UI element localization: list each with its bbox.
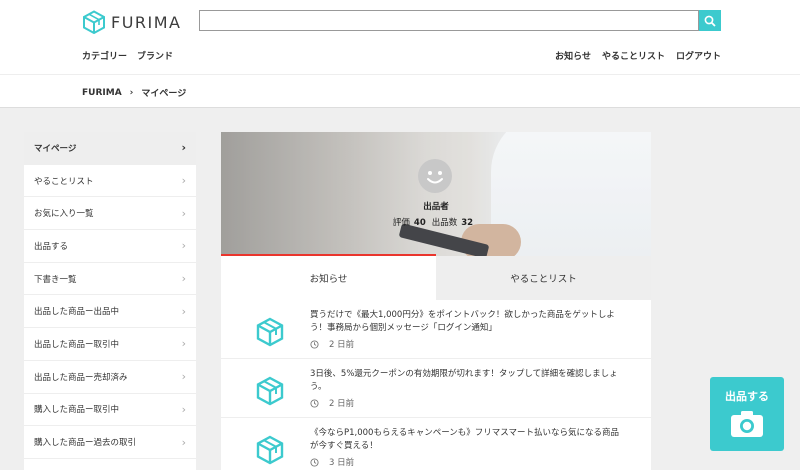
notification-time-text: 2 日前: [329, 399, 355, 409]
clock-icon: [310, 339, 319, 349]
listings-value: 32: [461, 218, 474, 228]
chevron-right-icon: ›: [181, 272, 186, 286]
nav-right: お知らせ やることリスト ログアウト: [555, 49, 721, 62]
notification-time: 2 日前: [310, 397, 354, 409]
search-button[interactable]: [699, 10, 721, 31]
sidebar-item-label: 購入した商品ー過去の取引: [34, 438, 137, 449]
clock-icon: [310, 398, 319, 408]
furima-cube-icon: [256, 376, 284, 406]
sidebar-item-favorites[interactable]: お気に入り一覧 ›: [24, 197, 196, 231]
notification-text: 買うだけで《最大1,000円分》をポイントバック！欲しかった商品をゲットしよう！…: [310, 310, 615, 333]
avatar[interactable]: [418, 159, 452, 193]
clock-icon: [310, 457, 319, 467]
notification-time-text: 2 日前: [329, 340, 355, 350]
chevron-right-icon: ›: [181, 337, 186, 351]
profile-stats: 評価 40 出品数 32: [221, 216, 651, 228]
chevron-right-icon: ›: [181, 370, 186, 384]
sidebar-item-label: やることリスト: [34, 176, 94, 187]
nav-logout-link[interactable]: ログアウト: [676, 49, 721, 62]
sell-button[interactable]: 出品する: [710, 377, 784, 451]
chevron-right-icon: ›: [181, 239, 186, 253]
logo-text: FURIMA: [111, 12, 182, 32]
notification-time: 3 日前: [310, 456, 354, 468]
rating-label: 評価: [392, 218, 410, 228]
smiley-face-icon: [427, 171, 443, 184]
chevron-right-icon: ›: [181, 174, 186, 188]
notification-time-text: 3 日前: [329, 458, 355, 468]
logo[interactable]: FURIMA: [82, 10, 182, 34]
sidebar-item-bought-past[interactable]: 購入した商品ー過去の取引 ›: [24, 426, 196, 459]
chevron-right-icon: ›: [181, 141, 186, 155]
list-item[interactable]: 買うだけで《最大1,000円分》をポイントバック！欲しかった商品をゲットしよう！…: [221, 300, 651, 359]
sidebar-item-label: お気に入り一覧: [34, 209, 94, 220]
rating-value: 40: [413, 218, 426, 228]
notification-text: 《今ならP1,000もらえるキャンペーンも》フリマスマート払いなら気になる商品が…: [310, 428, 620, 451]
listings-label: 出品数: [431, 218, 458, 228]
list-item[interactable]: 《今ならP1,000もらえるキャンペーンも》フリマスマート払いなら気になる商品が…: [221, 418, 651, 470]
nav-category-link[interactable]: カテゴリー: [82, 49, 127, 62]
sidebar-item-listed-trading[interactable]: 出品した商品ー取引中 ›: [24, 328, 196, 361]
nav-left: カテゴリー ブランド: [82, 49, 173, 62]
furima-cube-icon: [256, 317, 284, 347]
sidebar-item-drafts[interactable]: 下書き一覧 ›: [24, 263, 196, 296]
chevron-right-icon: ›: [181, 206, 186, 220]
profile-banner: 出品者 評価 40 出品数 32: [221, 132, 651, 256]
list-item[interactable]: 3日後、5%還元クーポンの有効期限が切れます！タップして詳細を確認しましょう。 …: [221, 359, 651, 418]
sidebar-item-todo[interactable]: やることリスト ›: [24, 165, 196, 198]
sidebar-item-label: マイページ: [34, 143, 77, 154]
search-input[interactable]: [199, 10, 699, 31]
chevron-right-icon: ›: [181, 435, 186, 449]
sidebar-item-bought-trading[interactable]: 購入した商品ー取引中 ›: [24, 394, 196, 427]
search-icon: [704, 15, 716, 27]
tab-notifications[interactable]: お知らせ: [221, 256, 436, 300]
sidebar-item-label: 下書き一覧: [34, 274, 77, 285]
main-content: 出品者 評価 40 出品数 32 お知らせ やることリスト 買うだけで《最大1,000…: [221, 132, 651, 470]
sell-button-label: 出品する: [725, 390, 769, 403]
sidebar-item-listed-active[interactable]: 出品した商品ー出品中 ›: [24, 295, 196, 329]
breadcrumb-current: マイページ: [141, 89, 187, 99]
sidebar-item-sell[interactable]: 出品する ›: [24, 230, 196, 263]
sidebar-item-label: 購入した商品ー取引中: [34, 405, 120, 416]
nav-brand-link[interactable]: ブランド: [137, 49, 173, 62]
logo-cube-icon: [83, 10, 105, 34]
nav-todo-link[interactable]: やることリスト: [602, 49, 665, 62]
sidebar: マイページ › やることリスト › お気に入り一覧 › 出品する › 下書き一覧 › 出品…: [24, 132, 196, 470]
chevron-right-icon: ›: [129, 87, 134, 98]
breadcrumb: FURIMA › マイページ: [0, 74, 800, 108]
chevron-right-icon: ›: [181, 304, 186, 318]
tabs: お知らせ やることリスト: [221, 256, 651, 300]
header: FURIMA カテゴリー ブランド お知らせ やることリスト ログアウト: [0, 0, 800, 74]
sidebar-item-label: 出品する: [34, 241, 69, 252]
sidebar-item-mypage[interactable]: マイページ ›: [24, 132, 196, 165]
seller-name: 出品者: [423, 202, 449, 212]
breadcrumb-home-link[interactable]: FURIMA: [82, 88, 122, 98]
nav-notifications-link[interactable]: お知らせ: [555, 49, 591, 62]
furima-cube-icon: [256, 435, 284, 465]
sidebar-item-label: 出品した商品ー取引中: [34, 339, 120, 350]
notification-list: 買うだけで《最大1,000円分》をポイントバック！欲しかった商品をゲットしよう！…: [221, 300, 651, 470]
sidebar-item-label: 出品した商品ー出品中: [34, 307, 120, 318]
notification-time: 2 日前: [310, 338, 354, 350]
notification-text: 3日後、5%還元クーポンの有効期限が切れます！タップして詳細を確認しましょう。: [310, 369, 618, 392]
sidebar-item-listed-sold[interactable]: 出品した商品ー売却済み ›: [24, 361, 196, 394]
camera-icon: [731, 411, 763, 437]
tab-todo[interactable]: やることリスト: [436, 256, 651, 300]
sidebar-item-label: 出品した商品ー売却済み: [34, 372, 128, 383]
chevron-right-icon: ›: [181, 402, 186, 416]
